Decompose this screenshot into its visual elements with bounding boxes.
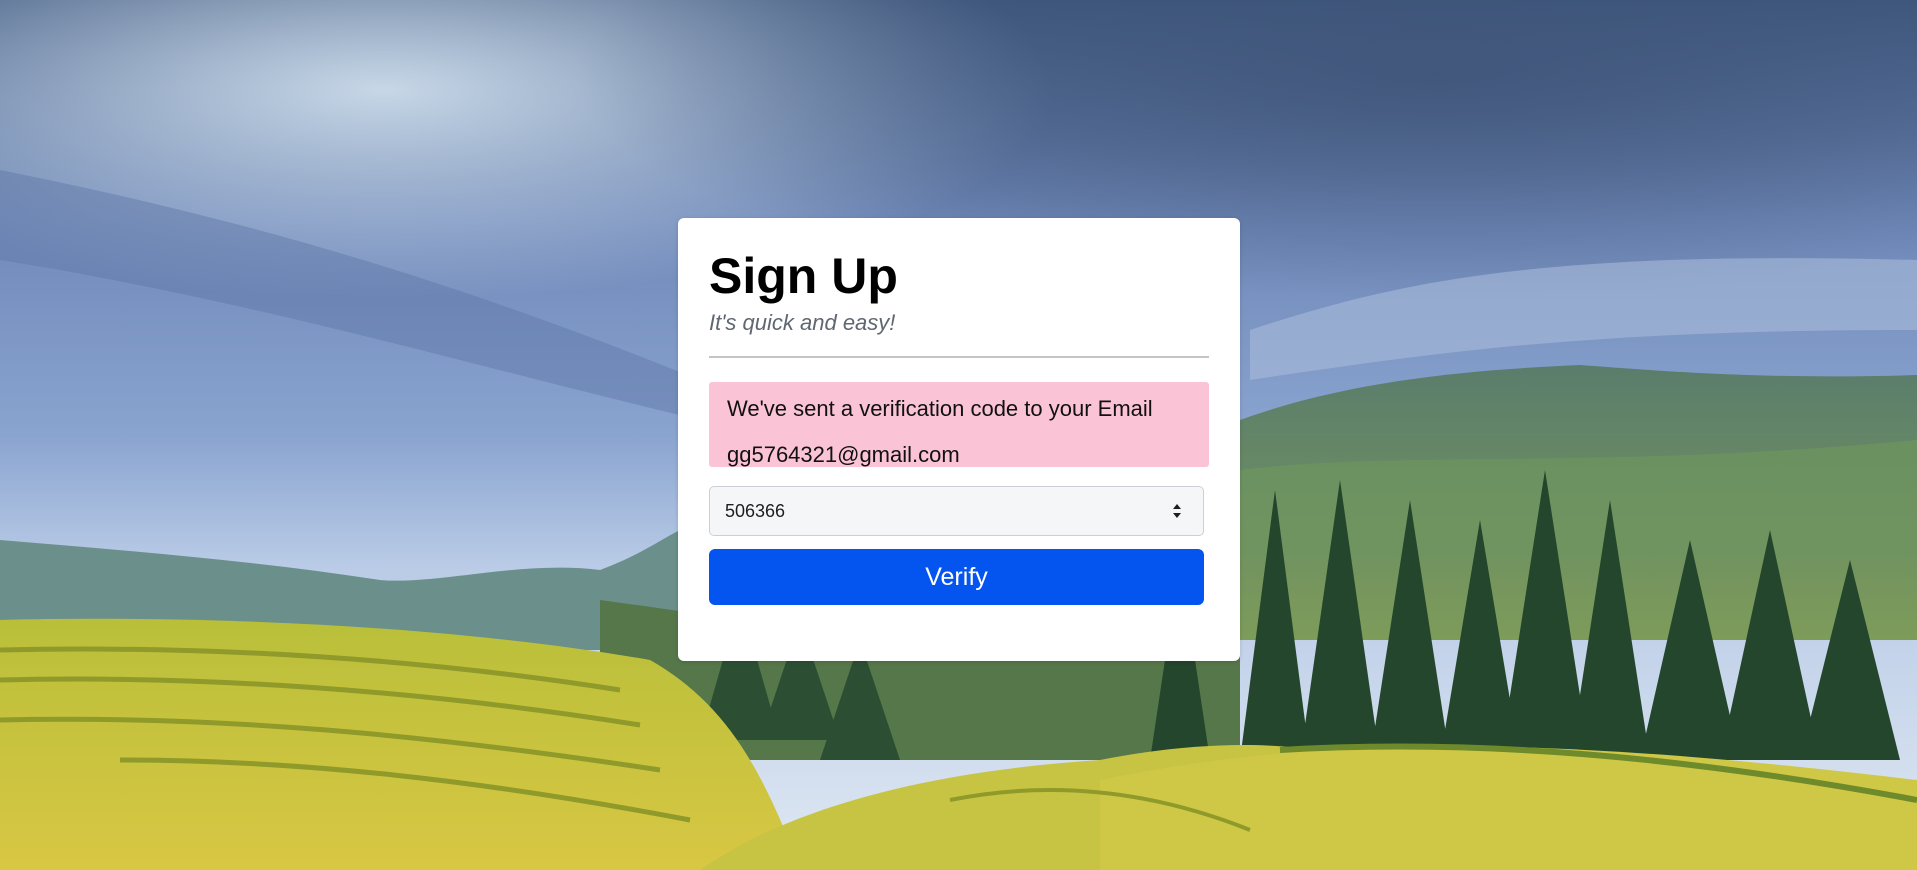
divider bbox=[709, 356, 1209, 358]
verify-button[interactable]: Verify bbox=[709, 549, 1204, 605]
verification-alert: We've sent a verification code to your E… bbox=[709, 382, 1209, 467]
verification-code-field bbox=[709, 486, 1204, 536]
number-spinner-icon[interactable] bbox=[1171, 501, 1183, 521]
page-title: Sign Up bbox=[709, 248, 898, 304]
signup-card: Sign Up It's quick and easy! We've sent … bbox=[678, 218, 1240, 661]
alert-email: gg5764321@gmail.com bbox=[727, 442, 960, 467]
page-subtitle: It's quick and easy! bbox=[709, 310, 896, 335]
page-root: Sign Up It's quick and easy! We've sent … bbox=[0, 0, 1917, 870]
alert-message: We've sent a verification code to your E… bbox=[727, 396, 1153, 421]
verification-code-input[interactable] bbox=[710, 487, 1160, 535]
